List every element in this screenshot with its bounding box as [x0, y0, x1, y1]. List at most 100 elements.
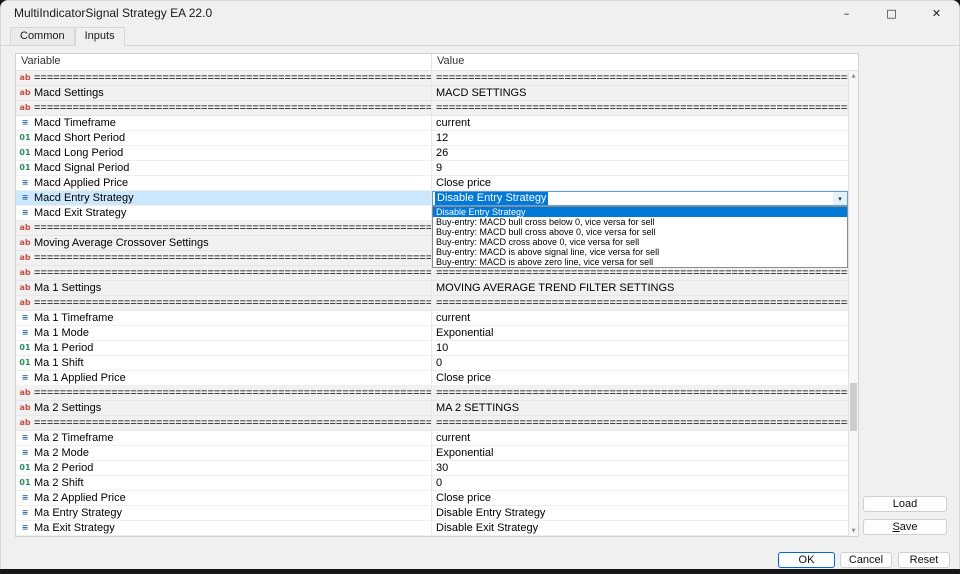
table-row[interactable]: ab ======================================…	[16, 296, 848, 311]
reset-button[interactable]: Reset	[898, 552, 950, 568]
variable-label: ========================================…	[34, 222, 432, 234]
value-cell[interactable]: 12	[432, 131, 848, 145]
vertical-scrollbar[interactable]: ▲ ▼	[848, 71, 858, 536]
tab-inputs[interactable]: Inputs	[74, 27, 125, 46]
value-cell[interactable]: ========================================…	[432, 386, 848, 400]
enum-icon: ≡	[21, 208, 29, 217]
value-cell[interactable]: Disable Exit Strategy	[432, 521, 848, 535]
value-cell[interactable]: ========================================…	[432, 266, 848, 280]
table-row[interactable]: ≡ Ma 2 Timeframe current	[16, 431, 848, 446]
table-row[interactable]: ab Macd Settings MACD SETTINGS	[16, 86, 848, 101]
table-row[interactable]: 01 Macd Long Period 26	[16, 146, 848, 161]
save-button-label: Save	[892, 521, 918, 533]
table-row[interactable]: ≡ Ma 2 Mode Exponential	[16, 446, 848, 461]
variable-cell: ≡ Macd Entry Strategy	[16, 191, 432, 205]
table-row[interactable]: 01 Ma 2 Shift 0	[16, 476, 848, 491]
cancel-button[interactable]: Cancel	[840, 552, 892, 568]
integer-icon: 01	[19, 358, 31, 367]
value-cell[interactable]: Close price	[432, 491, 848, 505]
variable-label: Ma Entry Strategy	[34, 507, 123, 519]
value-cell[interactable]: MA 2 SETTINGS	[432, 401, 848, 415]
table-row[interactable]: ≡ Ma Exit Strategy Disable Exit Strategy	[16, 521, 848, 536]
load-button[interactable]: Load	[863, 496, 947, 512]
value-cell[interactable]: current	[432, 311, 848, 325]
string-icon: ab	[19, 403, 31, 412]
value-cell[interactable]: ========================================…	[432, 416, 848, 430]
table-row[interactable]: 01 Macd Signal Period 9	[16, 161, 848, 176]
string-icon: ab	[19, 103, 31, 112]
scroll-down-icon[interactable]: ▼	[849, 526, 858, 536]
inputs-table: Variable Value ab =======================…	[15, 53, 859, 537]
table-row[interactable]: ≡ Ma 1 Applied Price Close price	[16, 371, 848, 386]
table-row[interactable]: ab Ma 2 Settings MA 2 SETTINGS	[16, 401, 848, 416]
string-icon: ab	[19, 253, 31, 262]
table-row[interactable]: ≡ Macd Applied Price Close price	[16, 176, 848, 191]
value-cell[interactable]: 30	[432, 461, 848, 475]
dropdown-option[interactable]: Buy-entry: MACD cross above 0, vice vers…	[433, 237, 847, 247]
maximize-button[interactable]: □	[869, 1, 914, 25]
table-row[interactable]: ≡ Ma Entry Strategy Disable Entry Strategy	[16, 506, 848, 521]
variable-label: Macd Exit Strategy	[34, 207, 127, 219]
value-cell[interactable]: current	[432, 116, 848, 130]
value-cell[interactable]: ========================================…	[432, 71, 848, 85]
value-cell[interactable]: Close price	[432, 371, 848, 385]
table-row[interactable]: 01 Ma 1 Shift 0	[16, 356, 848, 371]
dropdown-option[interactable]: Disable Entry Strategy	[433, 207, 847, 217]
column-header-variable[interactable]: Variable	[16, 54, 432, 70]
ok-button[interactable]: OK	[778, 552, 835, 568]
table-row[interactable]: 01 Macd Short Period 12	[16, 131, 848, 146]
minimize-icon: –	[843, 6, 850, 20]
dropdown-option[interactable]: Buy-entry: MACD bull cross below 0, vice…	[433, 217, 847, 227]
integer-icon: 01	[19, 463, 31, 472]
scrollbar-thumb[interactable]	[850, 383, 857, 431]
variable-cell: ab Moving Average Crossover Settings	[16, 236, 432, 250]
dropdown-option[interactable]: Buy-entry: MACD is above zero line, vice…	[433, 257, 847, 267]
variable-label: Ma 2 Applied Price	[34, 492, 126, 504]
chevron-down-icon[interactable]: ▾	[833, 192, 847, 205]
value-cell[interactable]: 9	[432, 161, 848, 175]
dropdown-option[interactable]: Buy-entry: MACD bull cross above 0, vice…	[433, 227, 847, 237]
variable-cell: ab Ma 2 Settings	[16, 401, 432, 415]
table-row[interactable]: ab ======================================…	[16, 101, 848, 116]
table-row[interactable]: 01 Ma 1 Period 10	[16, 341, 848, 356]
table-header: Variable Value	[16, 54, 858, 71]
value-cell[interactable]: Exponential	[432, 326, 848, 340]
value-cell[interactable]: MACD SETTINGS	[432, 86, 848, 100]
value-cell[interactable]: 0	[432, 356, 848, 370]
value-cell[interactable]: 0	[432, 476, 848, 490]
enum-icon: ≡	[21, 373, 29, 382]
table-row[interactable]: ≡ Ma 1 Mode Exponential	[16, 326, 848, 341]
table-row[interactable]: ≡ Macd Timeframe current	[16, 116, 848, 131]
table-row[interactable]: ab ======================================…	[16, 416, 848, 431]
close-button[interactable]: ✕	[914, 1, 959, 25]
tab-common[interactable]: Common	[10, 27, 75, 45]
table-row[interactable]: ab ======================================…	[16, 386, 848, 401]
tab-strip: Common Inputs	[1, 25, 959, 46]
variable-cell: ab ======================================…	[16, 266, 432, 280]
save-button[interactable]: Save	[863, 519, 947, 535]
integer-icon: 01	[19, 343, 31, 352]
value-cell[interactable]: ========================================…	[432, 101, 848, 115]
macd-entry-strategy-combobox[interactable]: Disable Entry Strategy ▾	[432, 191, 848, 206]
value-cell[interactable]: current	[432, 431, 848, 445]
value-cell[interactable]: MOVING AVERAGE TREND FILTER SETTINGS	[432, 281, 848, 295]
table-row[interactable]: ab Ma 1 Settings MOVING AVERAGE TREND FILT…	[16, 281, 848, 296]
table-row[interactable]: ≡ Ma 1 Timeframe current	[16, 311, 848, 326]
table-row[interactable]: ≡ Ma 2 Applied Price Close price	[16, 491, 848, 506]
table-row[interactable]: 01 Ma 2 Period 30	[16, 461, 848, 476]
value-cell[interactable]: ========================================…	[432, 296, 848, 310]
variable-label: Macd Entry Strategy	[34, 192, 134, 204]
value-cell[interactable]: Close price	[432, 176, 848, 190]
value-cell[interactable]: 10	[432, 341, 848, 355]
table-body: ab ======================================…	[16, 71, 848, 536]
minimize-button[interactable]: –	[824, 1, 869, 25]
value-cell[interactable]: Exponential	[432, 446, 848, 460]
value-cell[interactable]: Disable Entry Strategy	[432, 506, 848, 520]
scroll-up-icon[interactable]: ▲	[849, 71, 858, 81]
table-row[interactable]: ab ======================================…	[16, 266, 848, 281]
variable-label: Ma 2 Shift	[34, 477, 84, 489]
value-cell[interactable]: 26	[432, 146, 848, 160]
dropdown-option[interactable]: Buy-entry: MACD is above signal line, vi…	[433, 247, 847, 257]
table-row[interactable]: ab ======================================…	[16, 71, 848, 86]
column-header-value[interactable]: Value	[432, 54, 858, 70]
